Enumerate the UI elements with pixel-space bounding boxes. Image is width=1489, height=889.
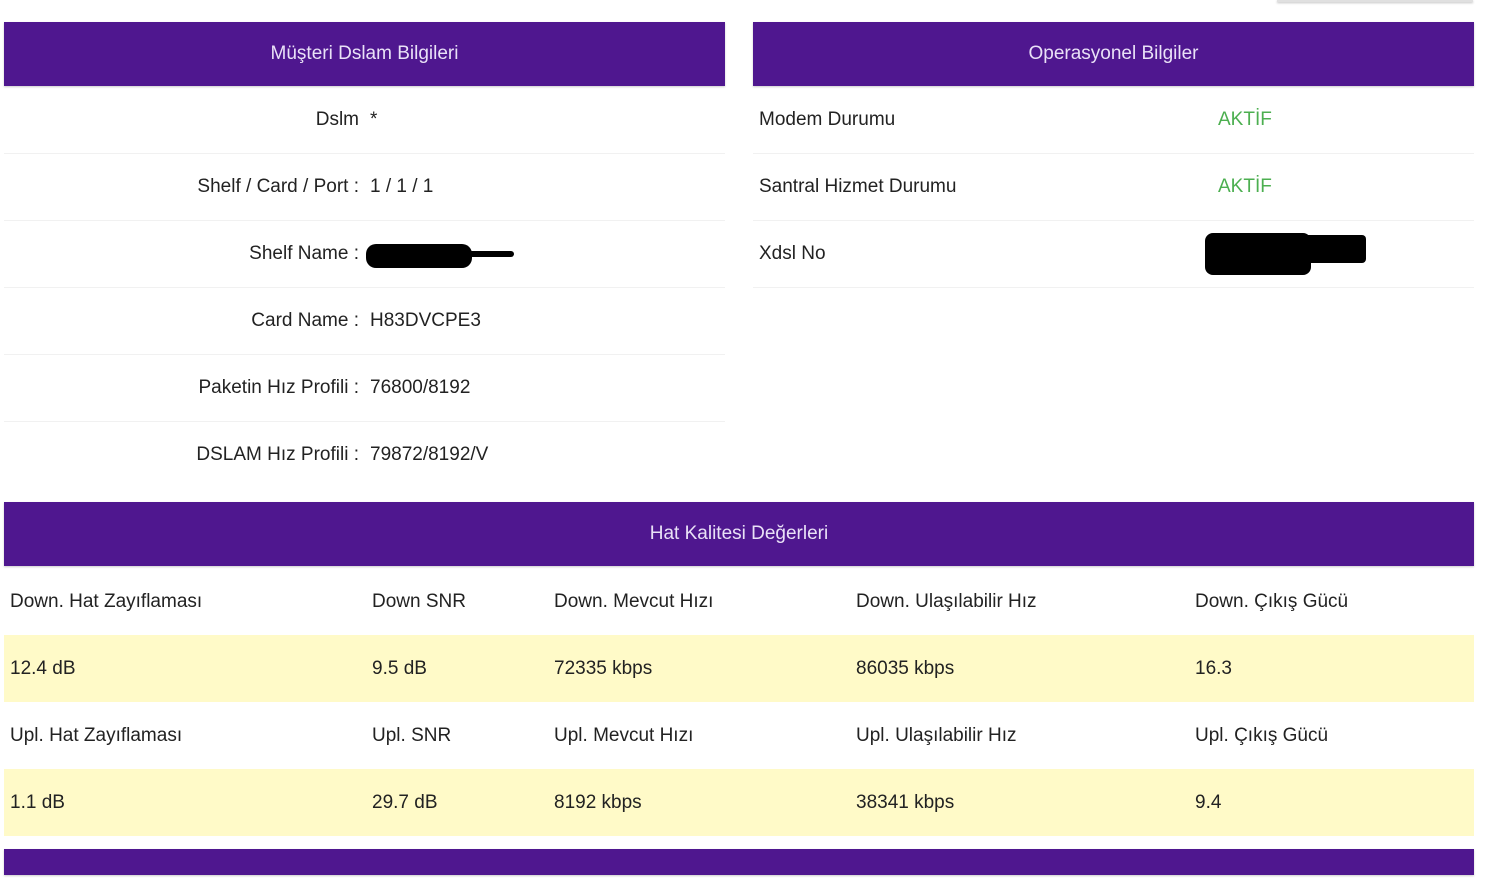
row-shelf-card-port: Shelf / Card / Port : 1 / 1 / 1 [4, 154, 725, 221]
package-speed-profile-value: 76800/8192 [370, 377, 471, 398]
package-speed-profile-label: Paketin Hız Profili : [198, 377, 360, 398]
down-output-power-header: Down. Çıkış Gücü [1195, 591, 1349, 612]
exchange-service-status-label: Santral Hizmet Durumu [759, 176, 957, 197]
modem-status-value: AKTİF [1218, 109, 1272, 130]
shelf-name-label: Shelf Name : [249, 243, 359, 264]
down-attenuation-header: Down. Hat Zayıflaması [10, 591, 203, 612]
up-current-rate-header: Upl. Mevcut Hızı [554, 725, 694, 746]
up-current-rate-value: 8192 kbps [554, 792, 642, 813]
shelf-name-redaction [366, 244, 472, 268]
up-values-row: 1.1 dB 29.7 dB 8192 kbps 38341 kbps 9.4 [4, 769, 1474, 836]
exchange-service-status-value: AKTİF [1218, 176, 1272, 197]
down-attainable-rate-value: 86035 kbps [856, 658, 955, 679]
row-dslm: Dslm * [4, 87, 725, 154]
up-attenuation-header: Upl. Hat Zayıflaması [10, 725, 183, 746]
down-attenuation-value: 12.4 dB [10, 658, 76, 679]
up-snr-value: 29.7 dB [372, 792, 438, 813]
dslam-speed-profile-label: DSLAM Hız Profili : [196, 444, 359, 465]
row-shelf-name: Shelf Name : [4, 221, 725, 288]
up-snr-header: Upl. SNR [372, 725, 452, 746]
card-name-value: H83DVCPE3 [370, 310, 481, 331]
dslam-speed-profile-value: 79872/8192/V [370, 444, 489, 465]
down-current-rate-value: 72335 kbps [554, 658, 653, 679]
shelf-card-port-value: 1 / 1 / 1 [370, 176, 434, 197]
xdsl-no-label: Xdsl No [759, 243, 826, 264]
down-attainable-rate-header: Down. Ulaşılabilir Hız [856, 591, 1037, 612]
row-modem-status: Modem Durumu AKTİF [753, 87, 1474, 154]
dslam-info-page: Müşteri Dslam Bilgileri Dslm * Shelf / C… [0, 0, 1489, 889]
up-headers-row: Upl. Hat Zayıflaması Upl. SNR Upl. Mevcu… [4, 702, 1474, 769]
card-name-label: Card Name : [251, 310, 359, 331]
up-output-power-value: 9.4 [1195, 792, 1222, 813]
line-quality-header: Hat Kalitesi Değerleri [4, 502, 1474, 566]
row-xdsl-no: Xdsl No [753, 221, 1474, 288]
down-headers-row: Down. Hat Zayıflaması Down SNR Down. Mev… [4, 568, 1474, 635]
up-attainable-rate-header: Upl. Ulaşılabilir Hız [856, 725, 1017, 746]
shelf-name-redaction-tail [464, 251, 514, 257]
up-attainable-rate-value: 38341 kbps [856, 792, 955, 813]
operational-header: Operasyonel Bilgiler [753, 22, 1474, 86]
top-tab-edge[interactable] [1277, 0, 1473, 2]
row-exchange-service-status: Santral Hizmet Durumu AKTİF [753, 154, 1474, 221]
up-output-power-header: Upl. Çıkış Gücü [1195, 725, 1329, 746]
shelf-card-port-label: Shelf / Card / Port : [197, 176, 359, 197]
down-values-row: 12.4 dB 9.5 dB 72335 kbps 86035 kbps 16.… [4, 635, 1474, 702]
dslm-value: * [370, 109, 378, 130]
customer-dslam-header: Müşteri Dslam Bilgileri [4, 22, 725, 86]
row-package-speed-profile: Paketin Hız Profili : 76800/8192 [4, 355, 725, 422]
down-snr-value: 9.5 dB [372, 658, 427, 679]
down-output-power-value: 16.3 [1195, 658, 1232, 679]
xdsl-no-redaction [1205, 233, 1311, 275]
dslm-label: Dslm [315, 109, 359, 130]
row-card-name: Card Name : H83DVCPE3 [4, 288, 725, 355]
row-dslam-speed-profile: DSLAM Hız Profili : 79872/8192/V [4, 422, 725, 489]
xdsl-no-redaction-tail [1298, 235, 1366, 263]
next-panel-header [4, 849, 1474, 875]
down-current-rate-header: Down. Mevcut Hızı [554, 591, 714, 612]
up-attenuation-value: 1.1 dB [10, 792, 65, 813]
modem-status-label: Modem Durumu [759, 109, 896, 130]
down-snr-header: Down SNR [372, 591, 466, 612]
